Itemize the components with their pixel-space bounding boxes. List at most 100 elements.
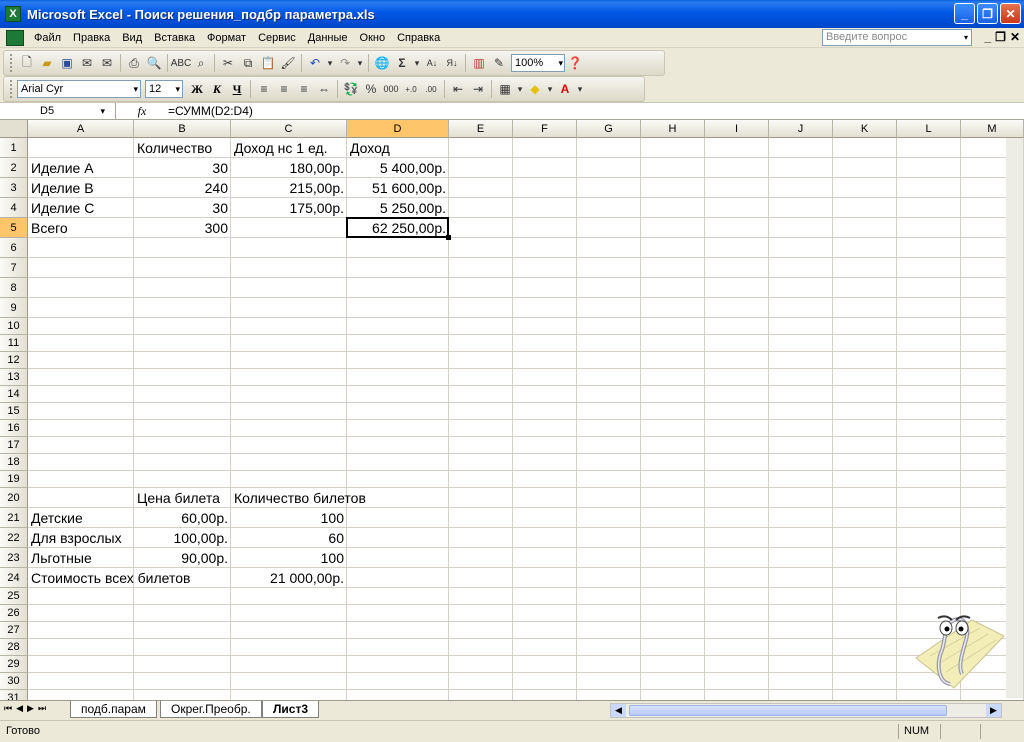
hyperlink-icon[interactable]: 🌐	[372, 53, 392, 73]
borders-icon[interactable]: ▦	[495, 79, 515, 99]
print-icon[interactable]: ⎙	[124, 53, 144, 73]
formula-input[interactable]: =СУММ(D2:D4)	[168, 104, 253, 118]
italic-button[interactable]: К	[207, 79, 227, 99]
row-header-10[interactable]: 10	[0, 318, 28, 335]
font-color-icon[interactable]: A	[555, 79, 575, 99]
drawing-icon[interactable]: ✎	[489, 53, 509, 73]
increase-indent-icon[interactable]: ⇥	[468, 79, 488, 99]
cell-c2[interactable]: 180,00р.	[231, 158, 347, 178]
merge-center-icon[interactable]: ⇔	[314, 79, 334, 99]
format-painter-icon[interactable]: 🖌	[278, 53, 298, 73]
menu-view[interactable]: Вид	[116, 32, 148, 44]
row-header-18[interactable]: 18	[0, 454, 28, 471]
active-cell-selection[interactable]	[346, 217, 449, 238]
email-icon[interactable]: ✉	[97, 53, 117, 73]
align-right-icon[interactable]: ≡	[294, 79, 314, 99]
sheet-tab-podb-param[interactable]: подб.парам	[70, 701, 157, 718]
autosum-icon[interactable]: Σ	[392, 53, 412, 73]
row-header-29[interactable]: 29	[0, 656, 28, 673]
help-question-input[interactable]: Введите вопрос	[822, 29, 972, 46]
row-header-1[interactable]: 1	[0, 138, 28, 158]
cell-b23[interactable]: 90,00р.	[134, 548, 231, 568]
last-sheet-icon[interactable]: ⏭	[38, 703, 46, 714]
cell-c4[interactable]: 175,00р.	[231, 198, 347, 218]
row-header-11[interactable]: 11	[0, 335, 28, 352]
row-header-13[interactable]: 13	[0, 369, 28, 386]
menu-tools[interactable]: Сервис	[252, 32, 302, 44]
cell-c21[interactable]: 100	[231, 508, 347, 528]
decrease-indent-icon[interactable]: ⇤	[448, 79, 468, 99]
menu-format[interactable]: Формат	[201, 32, 252, 44]
column-header-l[interactable]: L	[897, 120, 961, 138]
sheet-tab-list3[interactable]: Лист3	[262, 701, 320, 718]
fill-color-icon[interactable]: ◆	[525, 79, 545, 99]
cell-c24[interactable]: 21 000,00р.	[231, 568, 347, 588]
row-header-23[interactable]: 23	[0, 548, 28, 568]
doc-minimize-icon[interactable]: _	[984, 30, 991, 44]
menu-help[interactable]: Справка	[391, 32, 446, 44]
cell-d4[interactable]: 5 250,00р.	[347, 198, 449, 218]
row-header-16[interactable]: 16	[0, 420, 28, 437]
row-header-9[interactable]: 9	[0, 298, 28, 318]
sort-ascending-icon[interactable]: A↓	[422, 53, 442, 73]
scroll-left-icon[interactable]: ◀	[611, 704, 626, 717]
cell-b1[interactable]: Количество	[134, 138, 231, 158]
bold-button[interactable]: Ж	[187, 79, 207, 99]
thousands-button[interactable]: 000	[381, 79, 401, 99]
close-button[interactable]: ✕	[1000, 3, 1021, 24]
cell-b2[interactable]: 30	[134, 158, 231, 178]
align-left-icon[interactable]: ≡	[254, 79, 274, 99]
column-header-f[interactable]: F	[513, 120, 577, 138]
toolbar-grip-2[interactable]	[10, 80, 13, 98]
new-document-icon[interactable]: 🗋	[17, 53, 37, 73]
row-header-15[interactable]: 15	[0, 403, 28, 420]
sheet-tab-okreg-preobr[interactable]: Окрег.Преобр.	[160, 701, 262, 718]
column-header-a[interactable]: A	[28, 120, 134, 138]
cell-c22[interactable]: 60	[231, 528, 347, 548]
cell-b21[interactable]: 60,00р.	[134, 508, 231, 528]
column-header-i[interactable]: I	[705, 120, 769, 138]
cell-c23[interactable]: 100	[231, 548, 347, 568]
column-header-c[interactable]: C	[231, 120, 347, 138]
row-header-28[interactable]: 28	[0, 639, 28, 656]
column-header-h[interactable]: H	[641, 120, 705, 138]
cell-b4[interactable]: 30	[134, 198, 231, 218]
row-header-17[interactable]: 17	[0, 437, 28, 454]
cell-a2[interactable]: Иделие А	[28, 158, 134, 178]
row-header-22[interactable]: 22	[0, 528, 28, 548]
vertical-scrollbar[interactable]	[1006, 138, 1023, 698]
cell-b20[interactable]: Цена билета	[134, 488, 231, 508]
sort-descending-icon[interactable]: Я↓	[442, 53, 462, 73]
row-header-2[interactable]: 2	[0, 158, 28, 178]
worksheet-grid[interactable]: A B C D E F G H I J K L M 1 2 3 4 5 6 7 8 9 10 11 12 13 14 15 16 17 18…	[0, 120, 1024, 700]
cell-a24[interactable]: Стоимость всех билетов	[28, 568, 190, 588]
print-preview-icon[interactable]: 🔍	[144, 53, 164, 73]
row-header-24[interactable]: 24	[0, 568, 28, 588]
autosum-dropdown-icon[interactable]: ▾	[412, 53, 422, 73]
fill-handle[interactable]	[446, 235, 451, 240]
cell-c1[interactable]: Доход нс 1 ед.	[231, 138, 347, 158]
horizontal-scrollbar[interactable]: ◀ ▶	[610, 703, 1002, 718]
permission-icon[interactable]: ✉	[77, 53, 97, 73]
align-center-icon[interactable]: ≡	[274, 79, 294, 99]
save-icon[interactable]: ▣	[57, 53, 77, 73]
cell-b3[interactable]: 240	[134, 178, 231, 198]
row-header-25[interactable]: 25	[0, 588, 28, 605]
doc-restore-icon[interactable]: ❐	[995, 30, 1006, 44]
row-header-20[interactable]: 20	[0, 488, 28, 508]
row-header-4[interactable]: 4	[0, 198, 28, 218]
zoom-select[interactable]: 100%	[511, 54, 565, 72]
row-header-27[interactable]: 27	[0, 622, 28, 639]
prev-sheet-icon[interactable]: ◀	[16, 703, 23, 714]
name-box[interactable]: D5 ▾	[0, 103, 116, 119]
increase-decimal-icon[interactable]: +.0	[401, 79, 421, 99]
research-icon[interactable]: ⌕	[191, 53, 211, 73]
insert-function-icon[interactable]: fx	[116, 104, 168, 119]
paste-icon[interactable]: 📋	[258, 53, 278, 73]
menu-insert[interactable]: Вставка	[148, 32, 201, 44]
cut-icon[interactable]: ✂	[218, 53, 238, 73]
row-header-14[interactable]: 14	[0, 386, 28, 403]
cell-d1[interactable]: Доход	[347, 138, 449, 158]
redo-icon[interactable]: ↷	[335, 53, 355, 73]
name-box-dropdown-icon[interactable]: ▾	[100, 103, 105, 119]
